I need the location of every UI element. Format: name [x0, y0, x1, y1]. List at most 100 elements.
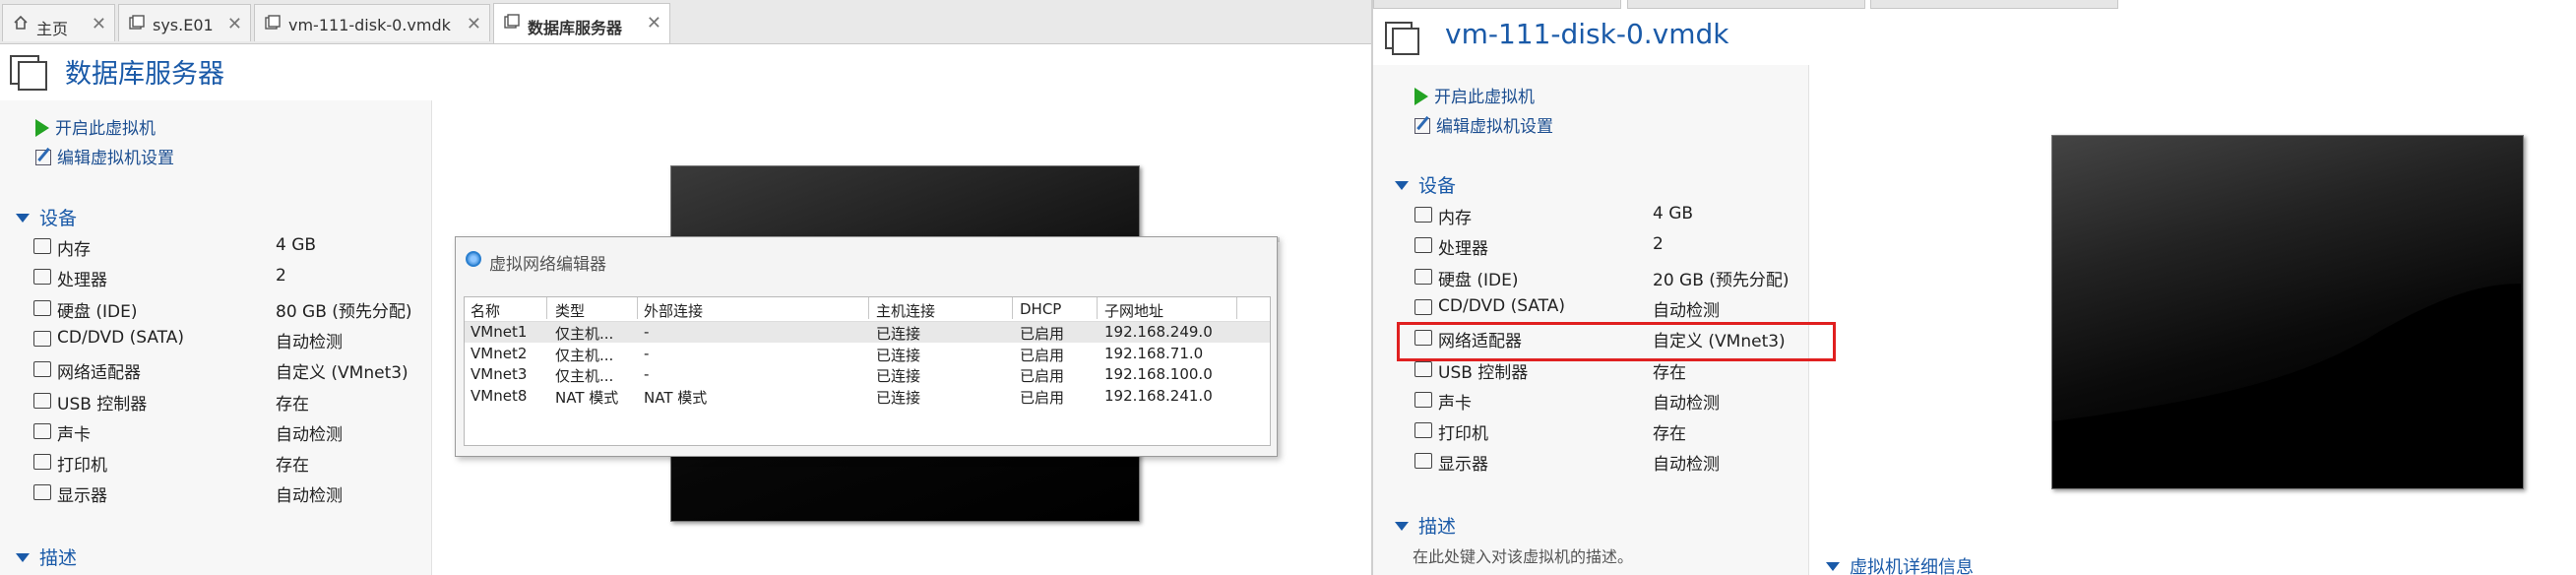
description-section-header[interactable]: 描述 [16, 543, 77, 570]
close-icon[interactable]: ✕ [92, 14, 106, 34]
device-name: 显示器 [57, 486, 107, 507]
device-value: 存在 [1653, 362, 1686, 383]
play-icon [1414, 88, 1428, 105]
power-on-label: 开启此虚拟机 [1434, 88, 1535, 107]
printer-icon [1414, 422, 1432, 439]
device-value: 4 GB [1653, 204, 1694, 224]
column-header-host[interactable]: 主机连接 [876, 300, 935, 321]
devices-section-header[interactable]: 设备 [16, 204, 77, 230]
power-on-action[interactable]: 开启此虚拟机 [35, 114, 156, 139]
usb-icon [33, 392, 51, 409]
network-adapter-icon [33, 361, 51, 378]
network-adapter-highlight [1397, 322, 1836, 361]
vm-icon-front [18, 61, 47, 91]
tab-database-server[interactable]: 数据库服务器 ✕ [493, 3, 670, 43]
divider [1808, 65, 1809, 575]
table-cell: 已连接 [876, 367, 921, 385]
device-name: CD/DVD (SATA) [57, 327, 184, 348]
device-name: 网络适配器 [57, 363, 141, 384]
tab-vm-111-disk[interactable]: vm-111-disk-0.vmdk ✕ [254, 4, 490, 41]
tab-sys-e01[interactable]: sys.E01 ✕ [118, 4, 251, 41]
table-row[interactable]: VMnet2 仅主机... - 已连接 已启用 192.168.71.0 [465, 344, 1270, 364]
column-header-name[interactable]: 名称 [471, 300, 500, 321]
edit-settings-action[interactable]: 编辑虚拟机设置 [1414, 112, 1553, 137]
power-on-action[interactable]: 开启此虚拟机 [1414, 83, 1535, 107]
table-cell: 192.168.241.0 [1104, 386, 1213, 405]
device-name: 硬盘 (IDE) [57, 301, 138, 322]
page-title: vm-111-disk-0.vmdk [1445, 18, 1729, 50]
device-name: 内存 [57, 240, 91, 260]
table-row[interactable]: VMnet8 NAT 模式 NAT 模式 已连接 已启用 192.168.241.0 [465, 386, 1270, 407]
device-name: 打印机 [57, 456, 107, 477]
description-section-label: 描述 [39, 547, 78, 569]
cpu-icon [1414, 237, 1432, 254]
column-separator [1236, 297, 1237, 319]
tab-stub[interactable] [1627, 0, 1865, 9]
table-cell: 192.168.71.0 [1104, 344, 1204, 362]
column-header-type[interactable]: 类型 [555, 300, 585, 321]
edit-settings-label: 编辑虚拟机设置 [1436, 117, 1553, 137]
network-editor-title: 虚拟网络编辑器 [489, 255, 606, 275]
details-pane [1373, 65, 1808, 575]
description-placeholder[interactable]: 在此处键入对该虚拟机的描述。 [1413, 543, 1633, 567]
device-value: 20 GB (预先分配) [1653, 270, 1790, 290]
virtual-network-editor-window: 虚拟网络编辑器 名称 类型 外部连接 主机连接 DHCP 子网地址 VMnet1… [455, 236, 1278, 457]
collapse-icon [16, 214, 30, 223]
table-row[interactable]: VMnet1 仅主机... - 已连接 已启用 192.168.249.0 [465, 322, 1270, 343]
divider [431, 100, 432, 575]
tab-label: 主页 [36, 20, 69, 38]
right-vmware-window: vm-111-disk-0.vmdk 开启此虚拟机 编辑虚拟机设置 设备 内存 4… [1373, 0, 2576, 575]
power-on-label: 开启此虚拟机 [55, 119, 156, 139]
device-value: 自定义 (VMnet3) [276, 363, 408, 384]
close-icon[interactable]: ✕ [227, 14, 242, 34]
vm-details-section-header[interactable]: 虚拟机详细信息 [1826, 553, 1974, 575]
cdrom-icon [1414, 298, 1432, 315]
table-cell: VMnet2 [471, 344, 528, 362]
close-icon[interactable]: ✕ [647, 13, 661, 33]
column-header-subnet[interactable]: 子网地址 [1104, 300, 1163, 321]
table-cell: 192.168.249.0 [1104, 323, 1213, 341]
device-value: 自动检测 [276, 486, 343, 507]
device-name: 内存 [1438, 209, 1472, 228]
table-cell: 已启用 [1020, 325, 1065, 343]
devices-section-label: 设备 [39, 208, 78, 229]
tab-stub[interactable] [1373, 0, 1621, 9]
memory-icon [33, 238, 51, 254]
table-cell: VMnet3 [471, 365, 528, 383]
column-header-external[interactable]: 外部连接 [644, 300, 703, 321]
vm-icon [265, 15, 281, 30]
device-name: 处理器 [1438, 239, 1488, 260]
display-icon [33, 484, 51, 501]
column-separator [546, 297, 547, 319]
device-value: 4 GB [276, 235, 317, 255]
harddisk-icon [1414, 268, 1432, 285]
display-icon [1414, 453, 1432, 470]
device-value: 存在 [276, 394, 309, 415]
collapse-icon [1395, 522, 1409, 531]
table-cell: VMnet1 [471, 323, 528, 341]
device-value: 自动检测 [1653, 455, 1720, 476]
vm-icon [129, 15, 145, 30]
collapse-icon [1395, 181, 1409, 190]
edit-settings-label: 编辑虚拟机设置 [57, 149, 174, 168]
tab-home[interactable]: 主页 ✕ [2, 4, 115, 41]
table-row[interactable]: VMnet3 仅主机... - 已连接 已启用 192.168.100.0 [465, 364, 1270, 385]
device-name: 打印机 [1438, 424, 1488, 445]
devices-section-header[interactable]: 设备 [1395, 171, 1456, 198]
vm-screen-preview[interactable] [2051, 135, 2524, 489]
device-value: 自动检测 [276, 332, 343, 352]
page-title: 数据库服务器 [65, 59, 224, 90]
column-separator [1012, 297, 1013, 319]
close-icon[interactable]: ✕ [467, 14, 481, 34]
table-header: 名称 类型 外部连接 主机连接 DHCP 子网地址 [465, 297, 1270, 322]
tab-label: sys.E01 [153, 16, 214, 34]
table-cell: - [644, 344, 650, 362]
device-value: 80 GB (预先分配) [276, 301, 412, 322]
table-cell: 192.168.100.0 [1104, 365, 1213, 383]
edit-settings-action[interactable]: 编辑虚拟机设置 [35, 144, 174, 168]
column-header-dhcp[interactable]: DHCP [1020, 300, 1061, 318]
description-section-header[interactable]: 描述 [1395, 512, 1456, 539]
tab-stub[interactable] [1870, 0, 2118, 9]
table-cell: NAT 模式 [555, 388, 619, 407]
device-name: 处理器 [57, 271, 107, 291]
